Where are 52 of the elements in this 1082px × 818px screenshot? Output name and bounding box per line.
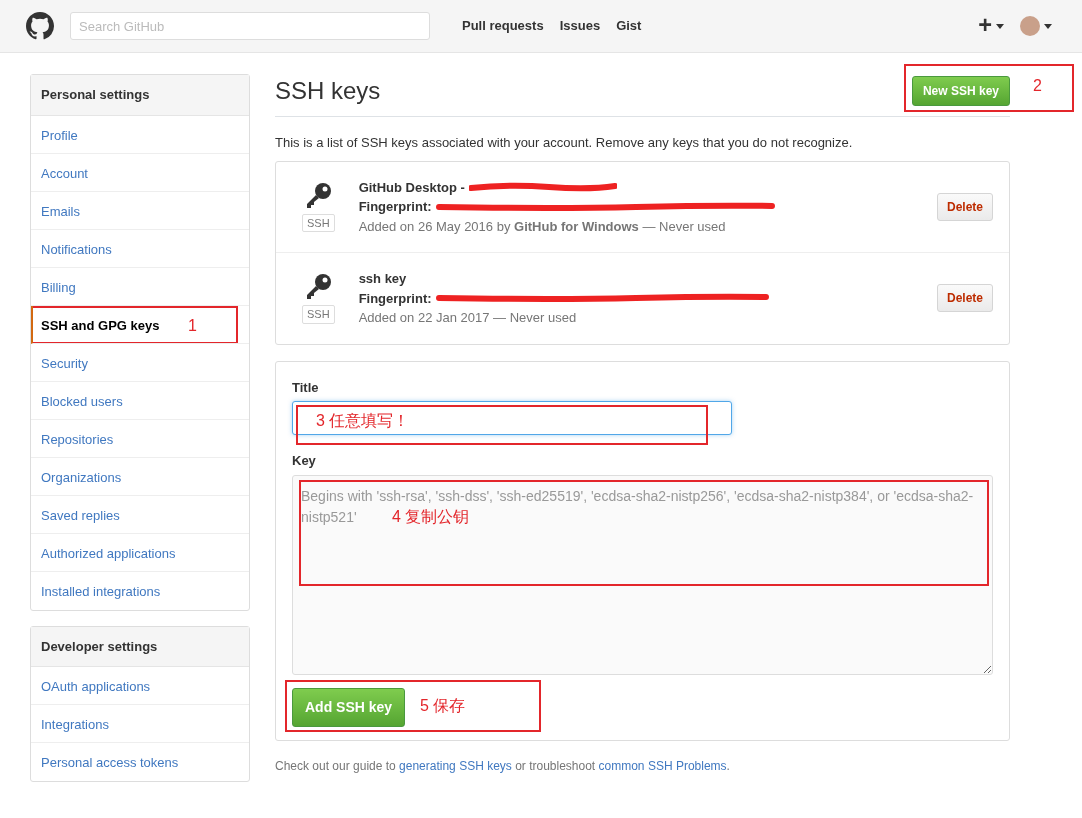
new-menu-button[interactable]: + <box>978 8 992 44</box>
sidebar-item[interactable]: OAuth applications <box>31 667 249 705</box>
key-type-label: SSH <box>302 305 335 324</box>
delete-button[interactable]: Delete <box>936 284 993 313</box>
fingerprint-label: Fingerprint: <box>358 289 432 308</box>
page-title: SSH keys <box>275 76 381 106</box>
caret-icon[interactable] <box>1044 23 1052 29</box>
key-added-text: Added on 22 Jan 2017 — Never used <box>358 309 578 327</box>
sidebar-item[interactable]: Saved replies <box>31 495 249 534</box>
key-added-text: Added on 26 May 2016 by GitHub for Windows — Never used <box>358 217 727 236</box>
annotation-label: 5 保存 <box>420 696 466 716</box>
sidebar-item[interactable]: Integrations <box>31 705 249 743</box>
sidebar-item[interactable]: Account <box>31 153 249 192</box>
fingerprint-label: Fingerprint: <box>358 198 432 216</box>
key-icon <box>304 181 333 210</box>
annotation-label: 4 复制公钥 <box>392 506 470 527</box>
annotation-label: 1 <box>188 315 197 336</box>
field-label: Title <box>292 378 320 397</box>
sidebar-item[interactable]: Profile <box>31 115 249 154</box>
sidebar-item[interactable]: Personal access tokens <box>31 743 249 781</box>
sidebar-item[interactable]: Authorized applications <box>31 533 249 572</box>
nav-link[interactable]: Gist <box>616 16 642 36</box>
sidebar-item[interactable]: Organizations <box>31 457 249 496</box>
sidebar-item[interactable]: Security <box>31 343 249 382</box>
github-logo-icon[interactable] <box>26 12 54 40</box>
menu-heading: Developer settings <box>31 626 249 667</box>
annotation-label: 3 任意填写！ <box>316 411 410 431</box>
footer-text: Check out our guide to generating SSH keys or troubleshoot common SSH Problems. <box>275 758 731 775</box>
sidebar-item[interactable]: Blocked users <box>31 381 249 420</box>
new-ssh-key-button[interactable]: New SSH key <box>911 76 1010 106</box>
sidebar-item[interactable]: Emails <box>31 191 249 230</box>
key-icon <box>304 273 333 301</box>
title-input[interactable] <box>292 401 732 435</box>
nav-link[interactable]: Issues <box>559 16 601 36</box>
guide-link[interactable]: common SSH Problems <box>598 759 727 773</box>
field-label: Key <box>292 452 317 470</box>
key-title: GitHub Desktop - <box>358 178 465 197</box>
sidebar-item[interactable]: Installed integrations <box>31 571 249 610</box>
menu-heading: Personal settings <box>31 75 249 116</box>
sidebar-item[interactable]: Repositories <box>31 419 249 458</box>
add-ssh-key-button[interactable]: Add SSH key <box>292 688 406 727</box>
search-field[interactable]: Search GitHub <box>70 12 430 40</box>
sidebar-item[interactable]: Notifications <box>31 229 249 268</box>
guide-link[interactable]: generating SSH keys <box>399 759 512 773</box>
caret-icon[interactable] <box>996 23 1004 29</box>
annotation-label: 2 <box>1033 76 1042 96</box>
key-title: ssh key <box>358 270 407 288</box>
sidebar-item[interactable]: Billing <box>31 267 249 306</box>
intro-text: This is a list of SSH keys associated with your account. Remove any keys that you do not recognize. <box>275 134 854 152</box>
delete-button[interactable]: Delete <box>936 192 993 221</box>
nav-link[interactable]: Pull requests <box>462 16 544 36</box>
key-type-label: SSH <box>302 213 335 232</box>
